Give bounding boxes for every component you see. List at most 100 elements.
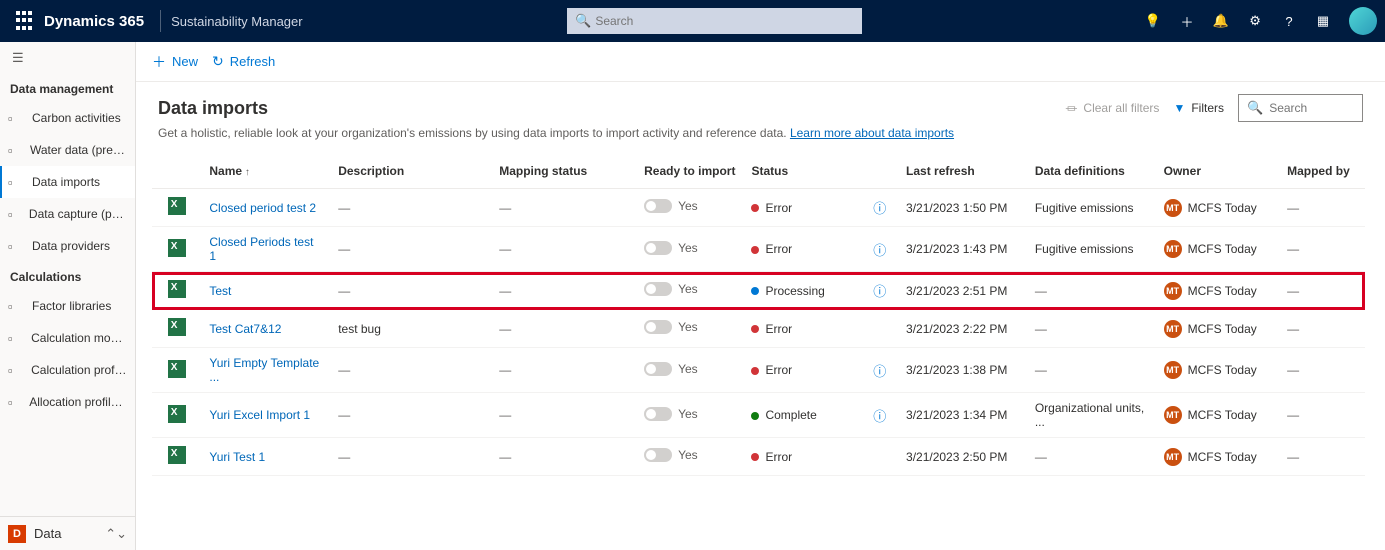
sidebar-item[interactable]: ▫Water data (preview) bbox=[0, 134, 135, 166]
col-name[interactable]: Name bbox=[201, 154, 330, 189]
cell-name[interactable]: Yuri Test 1 bbox=[201, 438, 330, 476]
cell-info[interactable]: ⓘ bbox=[862, 227, 898, 272]
cell-dash: — bbox=[330, 348, 491, 393]
col-mapped-by[interactable]: Mapped by bbox=[1279, 154, 1365, 189]
new-button[interactable]: ＋ New bbox=[152, 52, 198, 72]
sidebar-item-label: Carbon activities bbox=[32, 111, 121, 125]
cell-status: Processing bbox=[743, 272, 861, 310]
cell-status: Error bbox=[743, 189, 861, 227]
app-launcher-icon[interactable] bbox=[16, 11, 36, 31]
ready-toggle[interactable]: Yes bbox=[644, 362, 698, 376]
cell-name[interactable]: Yuri Excel Import 1 bbox=[201, 393, 330, 438]
ready-toggle[interactable]: Yes bbox=[644, 199, 698, 213]
table-row[interactable]: Closed Periods test 1 — — Yes Error ⓘ 3/… bbox=[152, 227, 1365, 272]
ready-toggle[interactable]: Yes bbox=[644, 320, 698, 334]
bell-icon[interactable]: 🔔 bbox=[1207, 7, 1235, 35]
toggle-track bbox=[644, 448, 672, 462]
sidebar-section-title: Data management bbox=[0, 74, 135, 102]
grid-search-input[interactable] bbox=[1269, 101, 1349, 115]
cell-ready: Yes bbox=[636, 348, 743, 393]
table-row[interactable]: Yuri Test 1 — — Yes Error 3/21/2023 2:50… bbox=[152, 438, 1365, 476]
global-search-input[interactable] bbox=[567, 8, 862, 34]
name-link[interactable]: Closed period test 2 bbox=[209, 201, 316, 215]
cell-info[interactable]: ⓘ bbox=[862, 189, 898, 227]
cell-ready: Yes bbox=[636, 310, 743, 348]
info-icon[interactable]: ⓘ bbox=[873, 364, 886, 379]
sidebar-item[interactable]: ▫Carbon activities bbox=[0, 102, 135, 134]
name-link[interactable]: Yuri Empty Template ... bbox=[209, 356, 319, 384]
cell-name[interactable]: Test Cat7&12 bbox=[201, 310, 330, 348]
search-icon: 🔍 bbox=[575, 13, 591, 29]
col-status[interactable]: Status bbox=[743, 154, 861, 189]
table-row[interactable]: Test — — Yes Processing ⓘ 3/21/2023 2:51… bbox=[152, 272, 1365, 310]
table-row[interactable]: Closed period test 2 — — Yes Error ⓘ 3/2… bbox=[152, 189, 1365, 227]
col-last-refresh[interactable]: Last refresh bbox=[898, 154, 1027, 189]
table-row[interactable]: Yuri Excel Import 1 — — Yes Complete ⓘ 3… bbox=[152, 393, 1365, 438]
cell-name[interactable]: Closed Periods test 1 bbox=[201, 227, 330, 272]
status-dot-icon bbox=[751, 246, 759, 254]
name-link[interactable]: Test Cat7&12 bbox=[209, 322, 281, 336]
sidebar-item[interactable]: ▫Calculation profiles bbox=[0, 354, 135, 386]
cell-dash: — bbox=[1279, 272, 1365, 310]
lightbulb-icon[interactable]: 💡 bbox=[1139, 7, 1167, 35]
plus-icon[interactable]: ＋ bbox=[1173, 7, 1201, 35]
cell-name[interactable]: Test bbox=[201, 272, 330, 310]
grid-icon[interactable]: ▦ bbox=[1309, 7, 1337, 35]
owner-avatar: MT bbox=[1164, 240, 1182, 258]
ready-toggle[interactable]: Yes bbox=[644, 448, 698, 462]
sidebar-item[interactable]: ▫Calculation models bbox=[0, 322, 135, 354]
funnel-x-icon: ⏛ bbox=[1065, 100, 1077, 117]
col-icon bbox=[152, 154, 201, 189]
cell-info[interactable]: ⓘ bbox=[862, 393, 898, 438]
table-row[interactable]: Test Cat7&12 test bug — Yes Error 3/21/2… bbox=[152, 310, 1365, 348]
clear-filters-button[interactable]: ⏛ Clear all filters bbox=[1065, 100, 1159, 117]
sidebar-item[interactable]: ▫Data capture (preview) bbox=[0, 198, 135, 230]
sidebar-item[interactable]: ▫Data imports bbox=[0, 166, 135, 198]
ready-toggle[interactable]: Yes bbox=[644, 241, 698, 255]
cell-last-refresh: 3/21/2023 2:50 PM bbox=[898, 438, 1027, 476]
area-switcher[interactable]: D Data ⌃⌄ bbox=[0, 516, 135, 550]
avatar[interactable] bbox=[1349, 7, 1377, 35]
name-link[interactable]: Test bbox=[209, 284, 231, 298]
cell-name[interactable]: Yuri Empty Template ... bbox=[201, 348, 330, 393]
gear-icon[interactable]: ⚙ bbox=[1241, 7, 1269, 35]
cell-name[interactable]: Closed period test 2 bbox=[201, 189, 330, 227]
name-link[interactable]: Yuri Excel Import 1 bbox=[209, 408, 310, 422]
info-icon[interactable]: ⓘ bbox=[873, 201, 886, 216]
global-search[interactable]: 🔍 bbox=[567, 8, 862, 34]
learn-more-link[interactable]: Learn more about data imports bbox=[790, 126, 954, 140]
help-icon[interactable]: ? bbox=[1275, 7, 1303, 35]
name-link[interactable]: Closed Periods test 1 bbox=[209, 235, 313, 263]
sidebar-item[interactable]: ▫Factor libraries bbox=[0, 290, 135, 322]
refresh-button[interactable]: ↻ Refresh bbox=[212, 53, 275, 70]
col-ready-to-import[interactable]: Ready to import bbox=[636, 154, 743, 189]
ready-toggle[interactable]: Yes bbox=[644, 407, 698, 421]
cell-status: Error bbox=[743, 310, 861, 348]
col-mapping-status[interactable]: Mapping status bbox=[491, 154, 636, 189]
cell-dash: — bbox=[491, 189, 636, 227]
search-icon: 🔍 bbox=[1247, 100, 1263, 116]
alloc-icon: ▫ bbox=[8, 395, 21, 410]
grid-search[interactable]: 🔍 bbox=[1238, 94, 1363, 122]
cell-info[interactable]: ⓘ bbox=[862, 272, 898, 310]
col-data-definitions[interactable]: Data definitions bbox=[1027, 154, 1156, 189]
col-description[interactable]: Description bbox=[330, 154, 491, 189]
col-owner[interactable]: Owner bbox=[1156, 154, 1279, 189]
name-link[interactable]: Yuri Test 1 bbox=[209, 450, 265, 464]
sidebar-item[interactable]: ▫Data providers bbox=[0, 230, 135, 262]
ready-toggle[interactable]: Yes bbox=[644, 282, 698, 296]
info-icon[interactable]: ⓘ bbox=[873, 284, 886, 299]
cell-info[interactable]: ⓘ bbox=[862, 348, 898, 393]
info-icon[interactable]: ⓘ bbox=[873, 409, 886, 424]
hamburger-icon[interactable]: ☰ bbox=[0, 42, 135, 74]
status-dot-icon bbox=[751, 412, 759, 420]
cell-dash: — bbox=[491, 272, 636, 310]
cell-file-icon bbox=[152, 272, 201, 310]
toggle-label: Yes bbox=[678, 362, 698, 376]
filters-button[interactable]: ▼ Filters bbox=[1173, 101, 1224, 115]
cell-definitions: Fugitive emissions bbox=[1027, 227, 1156, 272]
table-row[interactable]: Yuri Empty Template ... — — Yes Error ⓘ … bbox=[152, 348, 1365, 393]
sidebar-item-label: Allocation profiles (p... bbox=[29, 395, 127, 409]
info-icon[interactable]: ⓘ bbox=[873, 243, 886, 258]
sidebar-item[interactable]: ▫ Allocation profiles (p... bbox=[0, 386, 135, 418]
